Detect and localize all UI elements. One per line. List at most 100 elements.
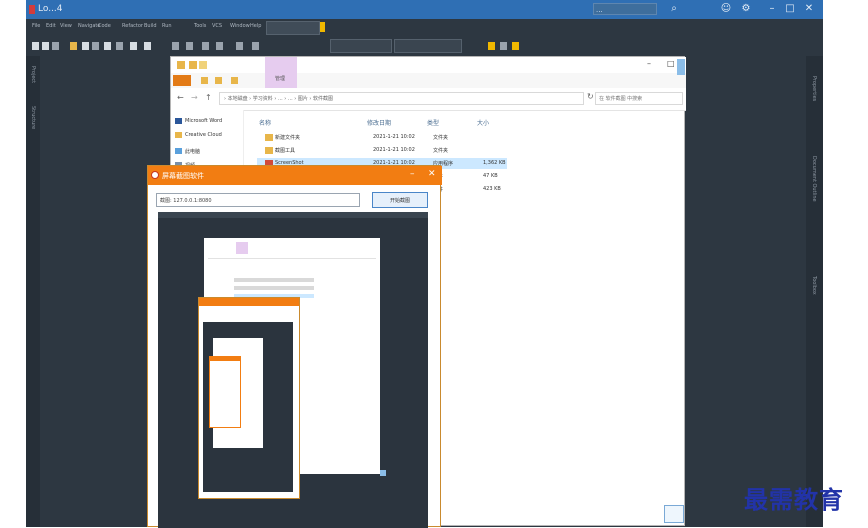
open-icon[interactable] <box>42 42 49 50</box>
debug-icon[interactable] <box>186 42 193 50</box>
file-name: 新建文件夹 <box>275 135 301 141</box>
structure-panel-tab[interactable]: Structure <box>30 106 36 129</box>
menu-code[interactable]: Code <box>98 23 111 29</box>
view-tab-icon[interactable] <box>231 77 238 84</box>
scrollbar-thumb[interactable] <box>677 59 685 75</box>
menu-vcs[interactable]: VCS <box>212 23 222 29</box>
folder-icon <box>265 134 273 141</box>
stop-icon[interactable] <box>202 42 209 50</box>
quick-access-icon[interactable] <box>189 61 197 69</box>
column-header-name[interactable]: 名称 <box>259 118 271 127</box>
preview-divider <box>208 258 376 259</box>
share-tab-icon[interactable] <box>215 77 222 84</box>
menu-bar: File Edit View Navigate Code Refactor Bu… <box>26 19 823 36</box>
close-button[interactable]: ✕ <box>801 2 817 16</box>
bookmark-icon[interactable] <box>488 42 495 50</box>
ribbon-file-tab[interactable] <box>173 75 191 86</box>
explorer-search-input[interactable]: 在 软件截图 中搜索 <box>595 92 683 105</box>
maximize-button[interactable]: □ <box>667 59 675 68</box>
settings-icon[interactable]: ⚙ <box>738 2 754 16</box>
configuration-select[interactable] <box>330 39 392 53</box>
word-icon <box>175 118 182 124</box>
platform-select[interactable] <box>394 39 462 53</box>
menu-tools[interactable]: Tools <box>194 23 206 29</box>
step-into-icon[interactable] <box>236 42 243 50</box>
new-folder-icon[interactable] <box>199 61 207 69</box>
menu-help[interactable]: Help <box>250 23 261 29</box>
run-config-button[interactable] <box>320 22 325 32</box>
home-tab-icon[interactable] <box>201 77 208 84</box>
url-input[interactable]: 截图: 127.0.0.1:8080 <box>156 193 360 207</box>
preview-nested-dialog <box>209 356 241 428</box>
search-icon[interactable]: ⌕ <box>666 2 682 16</box>
minimize-button[interactable]: – <box>647 59 651 68</box>
preview-toolbar <box>158 212 428 218</box>
save-icon[interactable] <box>52 42 59 50</box>
ribbon-manage-tab[interactable]: 管理 <box>265 57 297 88</box>
capture-button[interactable]: 开始截图 <box>372 192 428 208</box>
next-bookmark-icon[interactable] <box>512 42 519 50</box>
nav-item[interactable]: Creative Cloud <box>185 132 222 138</box>
column-header-type[interactable]: 类型 <box>427 118 439 127</box>
nav-item[interactable]: Microsoft Word <box>185 118 222 124</box>
preview-dialog <box>198 297 300 499</box>
toolbox-panel-tab[interactable]: Toolbox <box>811 276 817 295</box>
run-config-select[interactable] <box>266 21 320 35</box>
project-panel-tab[interactable]: Project <box>30 66 36 83</box>
file-row[interactable]: 新建文件夹 2021-1-21 10:02 文件夹 <box>257 132 507 143</box>
menu-window[interactable]: Window <box>230 23 250 29</box>
new-file-icon[interactable] <box>32 42 39 50</box>
address-input[interactable]: › 本地磁盘 › 学习资料 › ... › ... › 图片 › 软件截图 <box>219 92 584 105</box>
minimize-button[interactable]: – <box>410 169 415 179</box>
back-icon[interactable]: ← <box>177 93 184 102</box>
left-tool-strip: Project Structure <box>26 56 40 527</box>
maximize-button[interactable]: □ <box>782 2 798 16</box>
step-over-icon[interactable] <box>216 42 223 50</box>
menu-file[interactable]: File <box>32 23 40 29</box>
close-button[interactable]: ✕ <box>428 169 436 179</box>
menu-view[interactable]: View <box>60 23 72 29</box>
prev-bookmark-icon[interactable] <box>500 42 507 50</box>
snippet-thumbnail[interactable] <box>664 505 684 523</box>
column-header-size[interactable]: 大小 <box>477 118 489 127</box>
outline-panel-tab[interactable]: Document Outline <box>811 156 817 202</box>
folder-icon <box>175 132 182 138</box>
save-all-icon[interactable] <box>82 42 89 50</box>
file-name: 截图工具 <box>275 148 296 154</box>
nav-item[interactable]: 此电脑 <box>185 148 200 155</box>
watermark: 最需教育 <box>744 485 844 514</box>
menu-edit[interactable]: Edit <box>46 23 56 29</box>
toolbar <box>26 36 823 56</box>
file-row[interactable]: 截图工具 2021-1-21 10:02 文件夹 <box>257 145 507 156</box>
preview-dialog-title <box>199 298 299 306</box>
dialog-title: 屏幕截图软件 <box>162 172 204 180</box>
title-bar: Lo...4 ... ⌕ ☺ ⚙ – □ ✕ <box>26 0 823 19</box>
account-icon[interactable]: ☺ <box>718 2 734 16</box>
app-logo-icon <box>151 171 159 179</box>
file-type: 文件夹 <box>433 148 449 154</box>
title-search-input[interactable]: ... <box>593 3 657 15</box>
column-header-date[interactable]: 修改日期 <box>367 118 391 127</box>
preview-manage-tab <box>236 242 248 254</box>
file-size: 423 KB <box>483 186 501 192</box>
menu-refactor[interactable]: Refactor <box>122 23 143 29</box>
up-icon[interactable]: ↑ <box>205 93 212 102</box>
minimize-button[interactable]: – <box>764 2 780 16</box>
explorer-title-bar: – □ <box>171 57 686 73</box>
preview-scroll <box>380 470 386 476</box>
folder-icon[interactable] <box>70 42 77 50</box>
menu-run[interactable]: Run <box>162 23 172 29</box>
properties-panel-tab[interactable]: Properties <box>811 76 817 101</box>
step-out-icon[interactable] <box>252 42 259 50</box>
copy-icon[interactable] <box>104 42 111 50</box>
redo-icon[interactable] <box>144 42 151 50</box>
cut-icon[interactable] <box>92 42 99 50</box>
refresh-icon[interactable]: ↻ <box>587 92 594 101</box>
forward-icon[interactable]: → <box>191 93 198 102</box>
folder-icon <box>265 147 273 154</box>
capture-preview <box>158 212 428 528</box>
run-icon[interactable] <box>172 42 179 50</box>
menu-build[interactable]: Build <box>144 23 157 29</box>
paste-icon[interactable] <box>116 42 123 50</box>
undo-icon[interactable] <box>130 42 137 50</box>
